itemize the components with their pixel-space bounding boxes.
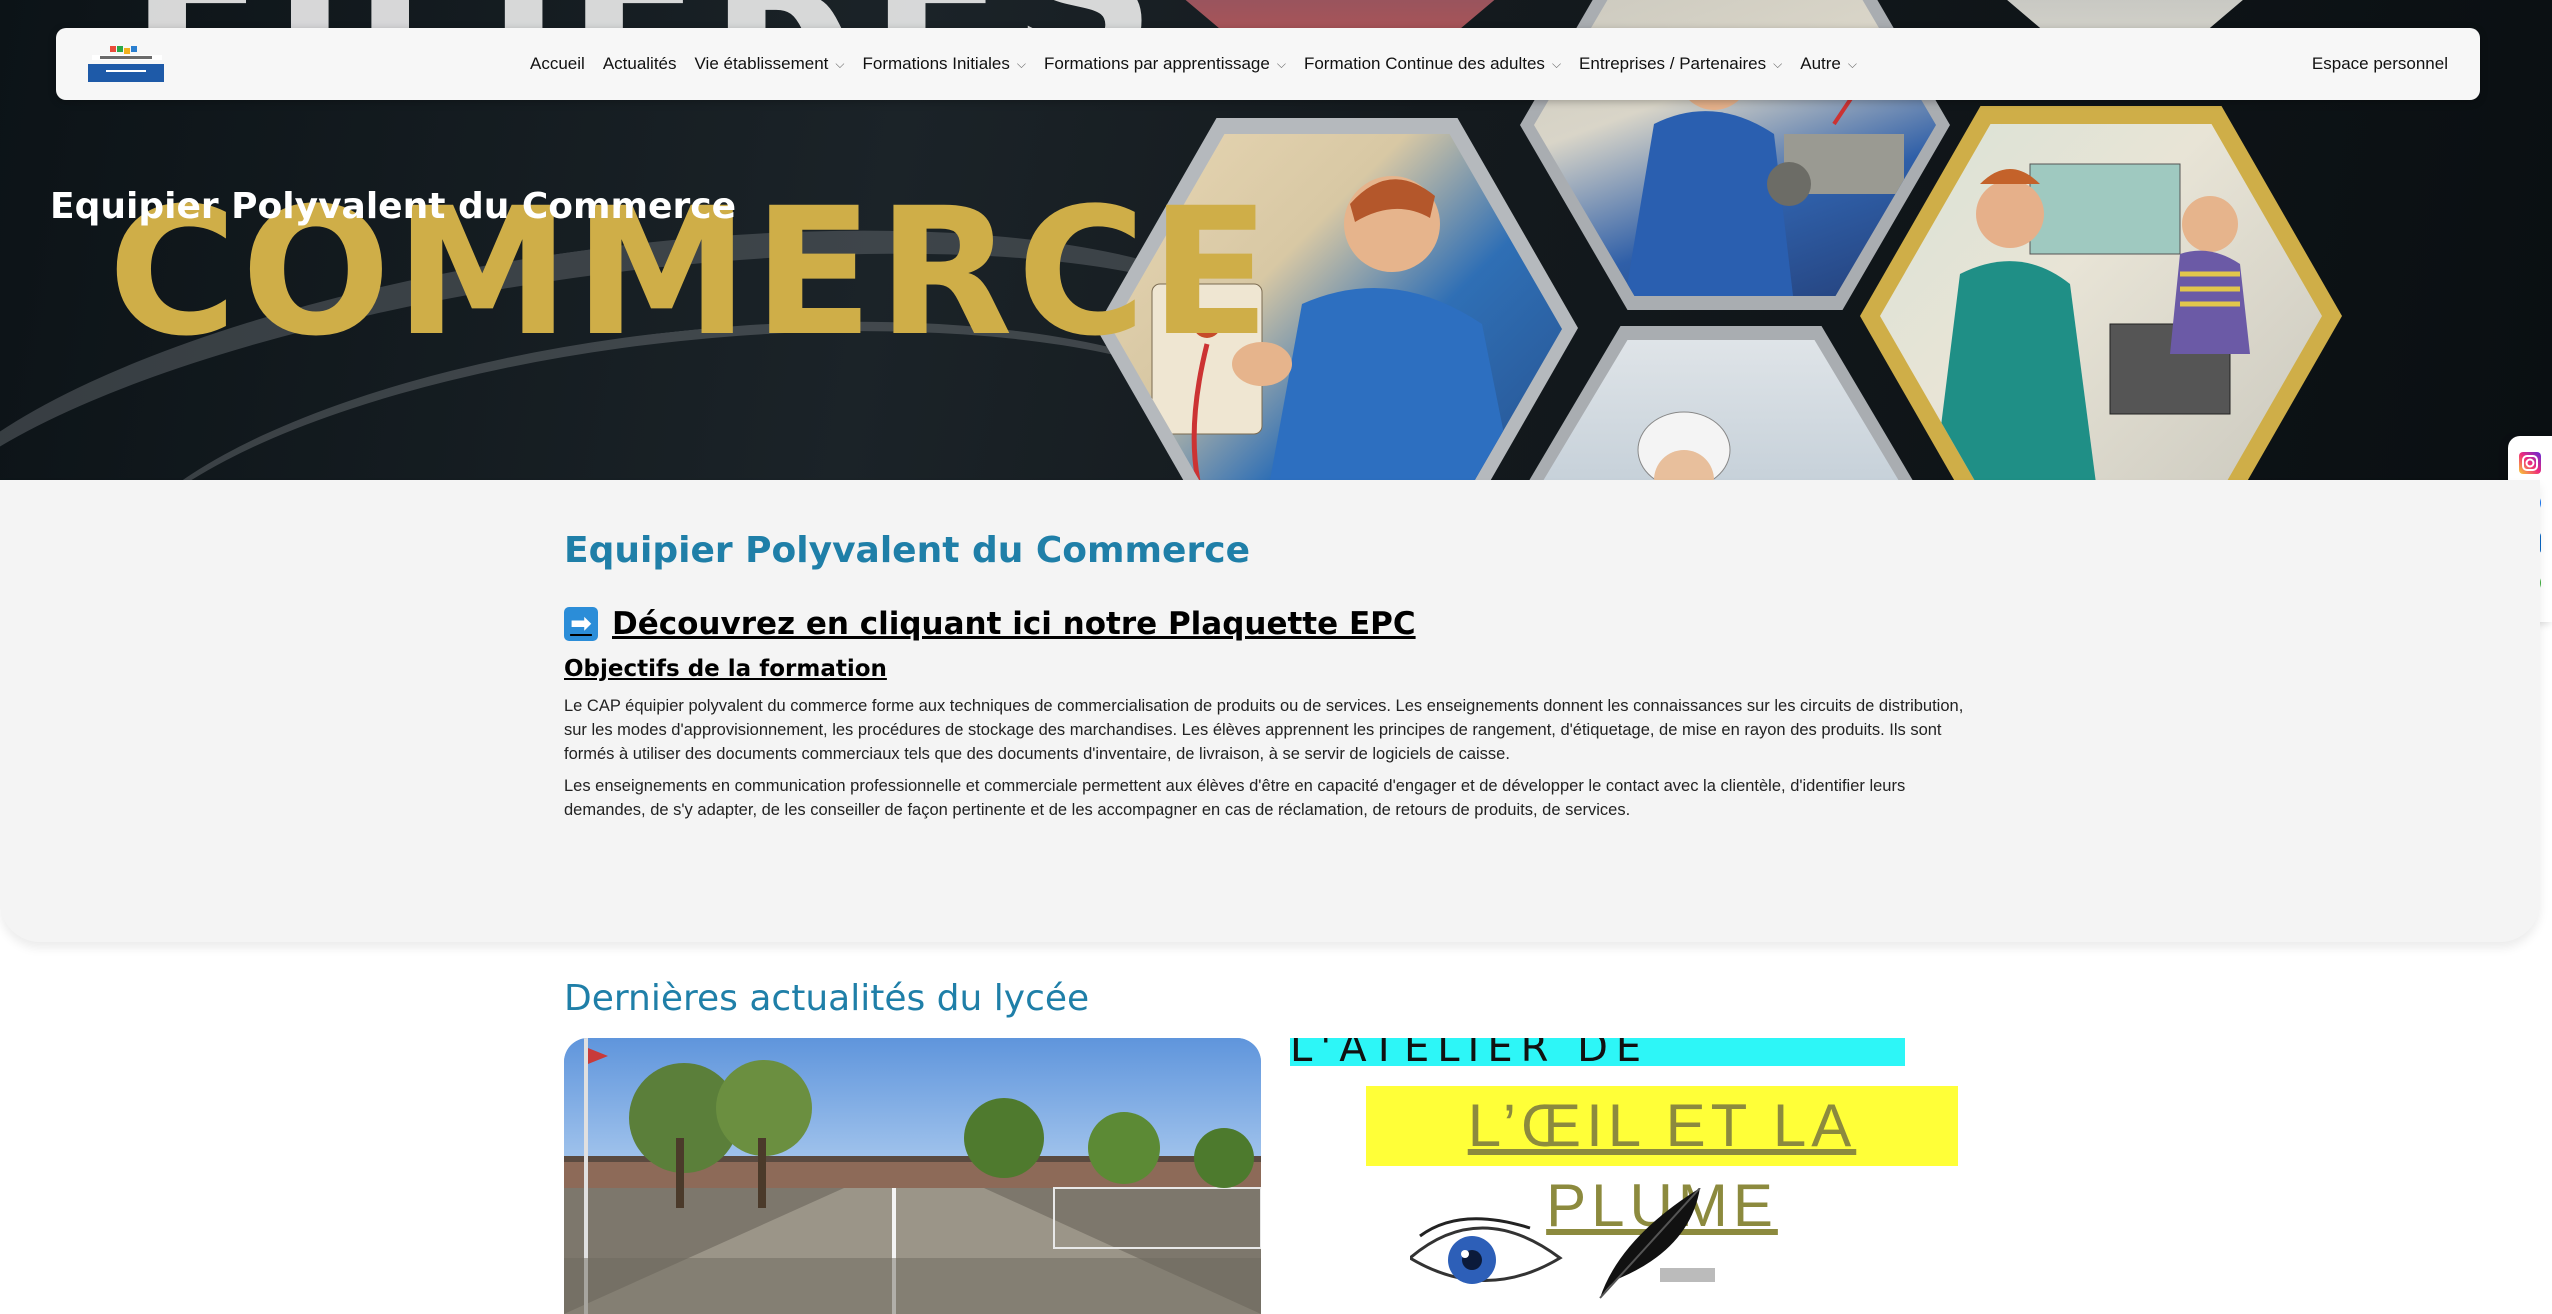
hex-image-top-right — [1960, 0, 2290, 30]
instagram-icon[interactable] — [2519, 452, 2541, 474]
oeil-plume-heading: L’ŒIL ET LA PLUME — [1366, 1086, 1958, 1239]
nav-item-autre[interactable]: Autre ⌵ — [1800, 54, 1857, 74]
chevron-down-icon: ⌵ — [1276, 56, 1286, 71]
school-logo[interactable] — [88, 44, 164, 82]
atelier-banner: L'ATELIER DE LECTURE — [1290, 1038, 1905, 1066]
hero-title: Equipier Polyvalent du Commerce — [50, 186, 736, 227]
nav-item-label: Entreprises / Partenaires — [1579, 54, 1767, 73]
nav-item-formations-initiales[interactable]: Formations Initiales ⌵ — [863, 54, 1027, 74]
nav-item-formation-continue[interactable]: Formation Continue des adultes ⌵ — [1304, 54, 1561, 74]
hex-image-lab — [1534, 340, 1908, 480]
nav-item-label: Accueil — [530, 54, 585, 73]
top-navbar: Accueil Actualités Vie établissement ⌵ F… — [56, 28, 2480, 100]
nav-item-label: Formations par apprentissage — [1044, 54, 1270, 73]
nav-item-actualites[interactable]: Actualités — [603, 54, 677, 74]
nav-item-label: Autre — [1800, 54, 1841, 73]
atelier-banner-text: L'ATELIER DE LECTURE — [1290, 1038, 1650, 1066]
chevron-down-icon: ⌵ — [1016, 56, 1026, 71]
nav-item-formations-apprentissage[interactable]: Formations par apprentissage ⌵ — [1044, 54, 1286, 74]
arrow-right-icon: ➡ — [564, 607, 598, 641]
nav-item-label: Formation Continue des adultes — [1303, 54, 1545, 73]
chevron-down-icon: ⌵ — [1847, 56, 1857, 71]
nav-item-vie-etablissement[interactable]: Vie établissement ⌵ — [695, 54, 845, 74]
instagram-glyph — [2522, 455, 2538, 471]
plaquette-link[interactable]: ➡ Découvrez en cliquant ici notre Plaque… — [564, 606, 1416, 642]
nav-item-label: Vie établissement — [694, 54, 829, 73]
logo-mark — [88, 46, 164, 82]
main-menu: Accueil Actualités Vie établissement ⌵ F… — [530, 28, 1875, 100]
paragraph-communication: Les enseignements en communication profe… — [564, 777, 1906, 819]
nav-item-label: Formations Initiales — [862, 54, 1010, 73]
eye-and-quill-icon — [1410, 1188, 1715, 1299]
nav-item-entreprises-partenaires[interactable]: Entreprises / Partenaires ⌵ — [1579, 54, 1782, 74]
nav-item-label: Actualités — [602, 54, 677, 73]
paragraph-formation-description: Le CAP équipier polyvalent du commerce f… — [564, 697, 1964, 763]
objectifs-heading: Objectifs de la formation — [564, 656, 887, 682]
plaquette-link-label: Découvrez en cliquant ici notre Plaquett… — [612, 606, 1416, 642]
school-photo — [564, 1038, 1261, 1314]
espace-personnel-link[interactable]: Espace personnel — [2312, 28, 2448, 100]
chevron-down-icon: ⌵ — [1551, 56, 1562, 71]
page-title: Equipier Polyvalent du Commerce — [564, 530, 1250, 571]
lab-illustration — [1637, 411, 1731, 480]
nav-item-accueil[interactable]: Accueil — [530, 54, 585, 74]
chevron-down-icon: ⌵ — [1773, 56, 1783, 71]
news-section-title: Dernières actualités du lycée — [564, 978, 1090, 1019]
news-card-atelier-lecture[interactable]: L'ATELIER DE LECTURE L’ŒIL ET LA PLUME — [1290, 1038, 1980, 1314]
chevron-down-icon: ⌵ — [835, 56, 845, 71]
news-card-school-photo[interactable] — [564, 1038, 1261, 1314]
